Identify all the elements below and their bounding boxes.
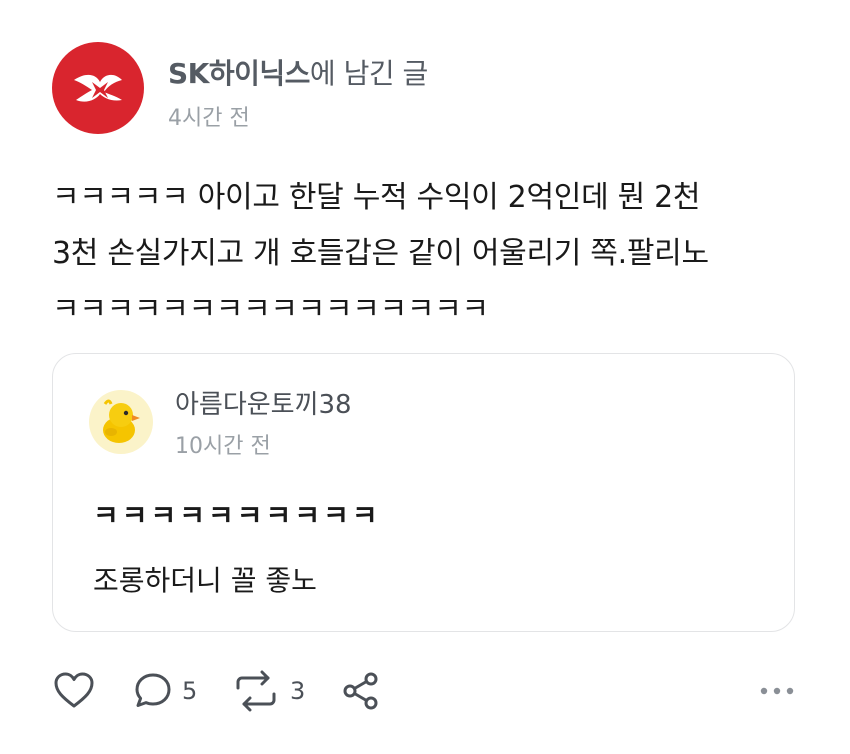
- comment-count: 5: [182, 677, 198, 705]
- like-button[interactable]: [52, 665, 96, 717]
- quoted-post-card[interactable]: 아름다운토끼38 10시간 전 ㅋㅋㅋㅋㅋㅋㅋㅋㅋㅋ 조롱하더니 꼴 좋노: [52, 353, 795, 632]
- author-name[interactable]: SK하이닉스: [168, 57, 310, 90]
- repost-count: 3: [290, 677, 306, 705]
- post-body: ㅋㅋㅋㅋㅋ 아이고 한달 누적 수익이 2억인데 뭔 2천 3천 손실가지고 개…: [52, 170, 812, 338]
- quoted-avatar[interactable]: [89, 390, 153, 454]
- more-horizontal-icon: [760, 687, 794, 695]
- avatar[interactable]: [52, 42, 144, 134]
- repost-button[interactable]: 3: [230, 665, 305, 717]
- author-line: SK하이닉스에 남긴 글: [168, 52, 428, 92]
- post-text-line: 3천 손실가지고 개 호들갑은 같이 어울리기 쪽.팔리노: [52, 236, 709, 271]
- post-timestamp: 4시간 전: [168, 106, 250, 131]
- repost-icon: [236, 670, 276, 712]
- heart-icon: [54, 672, 94, 708]
- action-bar: 5 3: [52, 665, 802, 717]
- post-text-line: ㅋㅋㅋㅋㅋ 아이고 한달 누적 수익이 2억인데 뭔 2천: [52, 180, 701, 215]
- quoted-text-line: 조롱하더니 꼴 좋노: [93, 564, 317, 597]
- quoted-author-name[interactable]: 아름다운토끼38: [175, 384, 352, 421]
- post-header: SK하이닉스에 남긴 글 4시간 전: [52, 42, 812, 134]
- sk-logo-icon: [74, 74, 122, 102]
- chick-icon: [103, 399, 140, 443]
- post-text-line: ㅋㅋㅋㅋㅋㅋㅋㅋㅋㅋㅋㅋㅋㅋㅋㅋ: [52, 292, 489, 327]
- quoted-text-line: ㅋㅋㅋㅋㅋㅋㅋㅋㅋㅋ: [93, 499, 381, 532]
- more-options-button[interactable]: [757, 665, 797, 717]
- share-button[interactable]: [340, 665, 382, 717]
- comment-icon: [135, 673, 171, 707]
- quoted-timestamp: 10시간 전: [175, 434, 271, 459]
- comment-button[interactable]: 5: [132, 665, 197, 717]
- author-suffix: 에 남긴 글: [309, 57, 428, 90]
- share-icon: [343, 672, 378, 710]
